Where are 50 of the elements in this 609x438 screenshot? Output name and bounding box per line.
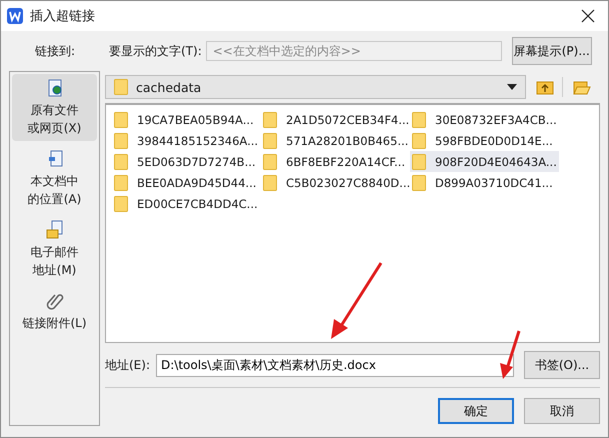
screen-tip-button[interactable]: 屏幕提示(P)... — [512, 37, 592, 65]
folder-icon — [263, 112, 277, 128]
dialog-button[interactable]: 取消 — [524, 398, 600, 424]
display-text-label: 要显示的文字(T): — [109, 42, 202, 60]
app-logo-icon — [7, 8, 23, 24]
folder-icon — [263, 132, 277, 148]
folder-icon — [263, 174, 277, 190]
folder-icon — [114, 79, 128, 95]
folder-icon — [412, 112, 426, 128]
display-text-field[interactable]: <<在文档中选定的内容>> — [206, 41, 502, 61]
window-title: 插入超链接 — [30, 8, 95, 25]
paperclip-icon — [44, 291, 64, 311]
folder-up-icon — [536, 79, 554, 95]
close-icon — [581, 9, 595, 23]
sidebar-item[interactable]: 电子邮件 地址(M) — [12, 216, 97, 283]
link-to-label: 链接到: — [34, 42, 76, 60]
bookmark-button[interactable]: 书签(O)... — [524, 351, 600, 379]
folder-icon — [114, 154, 128, 170]
annotation-arrow — [500, 330, 520, 379]
folder-icon — [114, 174, 128, 190]
folder-item[interactable]: C5B023027C8840D... — [261, 172, 410, 193]
address-field[interactable]: D:\tools\桌面\素材\文档素材\历史.docx — [156, 354, 514, 376]
folder-item[interactable]: 6BF8EBF220A14CF... — [261, 151, 410, 172]
folder-item[interactable]: D899A03710DC41... — [410, 172, 559, 193]
folder-item[interactable]: 5ED063D7D7274B... — [112, 151, 261, 172]
folder-item[interactable]: 39844185152346A... — [112, 130, 261, 151]
folder-item[interactable]: 908F20D4E04643A... — [410, 151, 559, 172]
folder-icon — [114, 112, 128, 128]
folder-item[interactable]: 30E08732EF3A4CB... — [410, 109, 559, 130]
dialog-button[interactable]: 确定 — [438, 398, 514, 424]
folder-item[interactable]: 19CA7BEA05B94A... — [112, 109, 261, 130]
address-label: 地址(E): — [105, 356, 150, 374]
folder-icon — [412, 154, 426, 170]
folder-icon — [114, 196, 128, 212]
folder-item[interactable]: 2A1D5072CEB34F4... — [261, 109, 410, 130]
folder-item[interactable]: 571A28201B0B465... — [261, 130, 410, 151]
folder-item[interactable]: 598FBDE0D0D14E... — [410, 130, 559, 151]
mail-document-icon — [44, 220, 64, 240]
caret-icon — [507, 84, 517, 90]
folder-dropdown[interactable]: cachedata — [105, 75, 526, 99]
folder-item[interactable]: ED00CE7CB4DD4C... — [112, 193, 261, 214]
folder-item[interactable]: BEE0ADA9D45D44... — [112, 172, 261, 193]
folder-icon — [263, 154, 277, 170]
folder-icon — [412, 174, 426, 190]
sidebar-item[interactable]: 原有文件 或网页(X) — [12, 74, 97, 141]
folder-icon — [114, 132, 128, 148]
sidebar-item[interactable]: 本文档中 的位置(A) — [12, 145, 97, 212]
folder-icon — [412, 132, 426, 148]
sidebar-item[interactable]: 链接附件(L) — [12, 287, 97, 336]
open-folder-icon — [573, 79, 591, 95]
